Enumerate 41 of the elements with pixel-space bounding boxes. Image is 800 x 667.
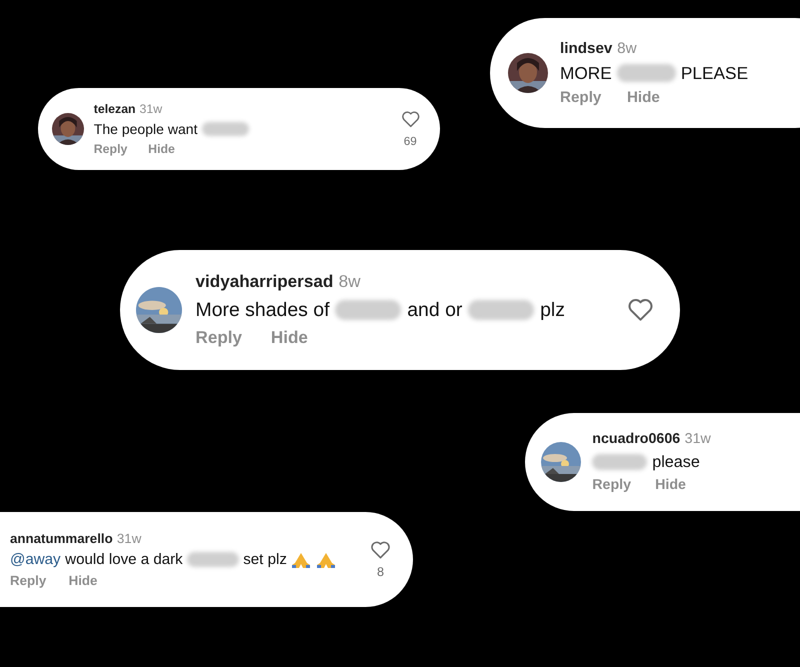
blurred-word — [468, 300, 534, 320]
like-count: 69 — [404, 134, 417, 148]
timestamp: 8w — [617, 40, 637, 57]
timestamp: 31w — [684, 431, 711, 448]
reply-link[interactable]: Reply — [196, 328, 242, 348]
comment-text: please — [652, 452, 700, 472]
hide-link[interactable]: Hide — [148, 142, 175, 156]
blurred-word — [335, 300, 402, 320]
username[interactable]: annatummarello — [10, 530, 113, 546]
username[interactable]: telezan — [94, 102, 136, 116]
blurred-word — [616, 64, 676, 82]
timestamp: 31w — [116, 530, 142, 546]
username[interactable]: vidyaharripersad — [196, 272, 334, 292]
comment-text: More shades of — [196, 298, 330, 322]
reply-link[interactable]: Reply — [592, 476, 632, 493]
reply-link[interactable]: Reply — [10, 573, 46, 588]
hide-link[interactable]: Hide — [655, 476, 686, 493]
blurred-word — [592, 454, 648, 470]
blurred-word — [202, 122, 250, 136]
comment-text: plz — [540, 298, 565, 322]
username[interactable]: ncuadro0606 — [592, 431, 680, 448]
timestamp: 31w — [140, 102, 162, 116]
timestamp: 8w — [338, 272, 361, 292]
comment-text: The people want — [94, 121, 198, 137]
comment-text: PLEASE — [680, 62, 748, 84]
comment-text: MORE — [560, 62, 612, 84]
like-count: 8 — [376, 565, 384, 580]
comment-text: would love a dark — [65, 551, 183, 568]
comment-text: set plz — [243, 551, 287, 568]
username[interactable]: lindsev — [560, 40, 612, 57]
heart-icon[interactable] — [370, 540, 391, 560]
comment-text: and or — [407, 298, 462, 322]
reply-link[interactable]: Reply — [94, 142, 128, 156]
heart-icon[interactable] — [627, 297, 654, 323]
hide-link[interactable]: Hide — [68, 573, 98, 588]
blurred-word — [187, 552, 239, 568]
heart-icon[interactable] — [400, 110, 420, 129]
reply-link[interactable]: Reply — [560, 89, 602, 106]
hide-link[interactable]: Hide — [626, 89, 660, 106]
mention-link[interactable]: @away — [10, 551, 61, 568]
hide-link[interactable]: Hide — [270, 328, 308, 348]
